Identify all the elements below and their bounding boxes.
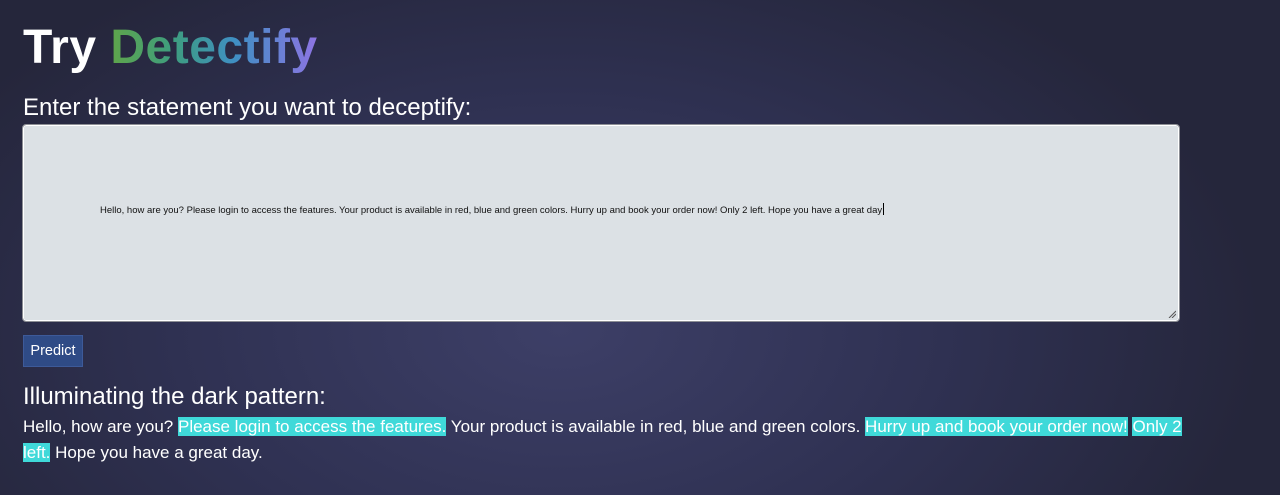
predict-button[interactable]: Predict bbox=[23, 335, 83, 367]
title-prefix: Try bbox=[23, 21, 97, 74]
result-segment: Hello, how are you? bbox=[23, 417, 178, 436]
statement-textarea[interactable]: Hello, how are you? Please login to acce… bbox=[22, 124, 1180, 322]
brand-name: Detectify bbox=[110, 21, 318, 74]
page-title: Try Detectify bbox=[23, 22, 318, 74]
result-text: Hello, how are you? Please login to acce… bbox=[23, 414, 1188, 466]
resize-grip-icon[interactable] bbox=[1168, 310, 1176, 318]
statement-textarea-value: Hello, how are you? Please login to acce… bbox=[100, 203, 885, 217]
dark-pattern-highlight: Hurry up and book your order now! bbox=[865, 417, 1128, 436]
statement-label: Enter the statement you want to deceptif… bbox=[23, 94, 472, 121]
statement-text: Hello, how are you? Please login to acce… bbox=[100, 205, 883, 216]
dark-pattern-highlight: Please login to access the features. bbox=[177, 417, 447, 436]
result-segment: Your product is available in red, blue a… bbox=[446, 417, 866, 436]
text-caret bbox=[883, 203, 885, 215]
result-heading: Illuminating the dark pattern: bbox=[23, 383, 326, 410]
result-segment: Hope you have a great day. bbox=[50, 443, 263, 462]
